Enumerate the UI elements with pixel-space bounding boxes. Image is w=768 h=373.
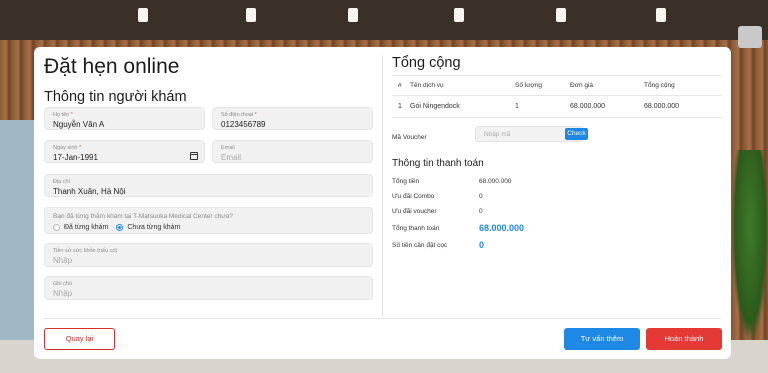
radio-selected-icon [116,224,124,231]
voucher-discount-label: Ưu đãi voucher [392,208,437,215]
name-value: Nguyễn Văn A [53,120,105,129]
table-row: 1 Gói Ningendock 1 68.000.000 68.000.000 [392,95,722,118]
combo-value: 0 [479,193,483,200]
summary-title: Tổng cộng [392,55,461,71]
phone-value: 0123456789 [221,120,266,129]
plant [732,150,768,340]
ceiling-light [656,8,666,22]
radio-no-label: Chưa từng khám [127,224,181,231]
note-label: Ghi chú [53,281,72,287]
dob-field[interactable]: Ngày sinh * 17-Jan-1991 [44,140,205,163]
col-no: # [392,75,410,96]
radio-visited-yes[interactable]: Đã từng khám [53,224,108,231]
table-header-row: # Tên dịch vụ Số lượng Đơn giá Tổng cộng [392,75,722,96]
voucher-discount-value: 0 [479,208,483,215]
radio-icon [53,224,60,231]
visited-question-field: Bạn đã từng thăm khám tại T-Matsuoka Med… [44,207,373,234]
consult-button[interactable]: Tư vấn thêm [564,328,640,350]
finish-button[interactable]: Hoàn thành [646,328,722,350]
deposit-value: 0 [479,240,485,250]
health-history-field[interactable]: Tiền sử sức khỏe (nếu có) Nhập [44,243,373,267]
radio-visited-no[interactable]: Chưa từng khám [116,224,180,231]
email-placeholder: Email [221,153,242,162]
history-label: Tiền sử sức khỏe (nếu có) [53,248,118,254]
payment-title: Thông tin thanh toán [392,158,484,169]
services-table: # Tên dịch vụ Số lượng Đơn giá Tổng cộng… [392,75,722,118]
footer-divider [44,318,721,319]
summary-panel: Tổng cộng # Tên dịch vụ Số lượng Đơn giá… [392,55,722,250]
required-mark: * [79,145,82,151]
ceiling-light [556,8,566,22]
cell-price: 68.000.000 [570,95,644,118]
booking-modal: Đặt hẹn online Thông tin người khám Họ t… [34,47,731,359]
ceiling-light [246,8,256,22]
ceiling-light [454,8,464,22]
note-placeholder: Nhập [53,289,73,298]
required-mark: * [70,112,73,118]
camera-device [738,26,762,48]
name-label: Họ tên [53,112,70,118]
voucher-label: Mã Voucher [392,134,427,141]
cell-service: Gói Ningendock [410,95,515,118]
email-label: Email [221,145,235,151]
dob-label: Ngày sinh [53,145,78,151]
col-service: Tên dịch vụ [410,75,515,96]
visited-radio-group: Đã từng khám Chưa từng khám [53,224,188,231]
address-label: Địa chỉ [53,179,70,185]
total-value: 68.000.000 [479,178,512,185]
col-qty: Số lượng [515,75,570,96]
voucher-check-button[interactable]: Check [565,128,588,140]
phone-field[interactable]: Số điện thoại * 0123456789 [212,107,373,130]
cell-qty: 1 [515,95,570,118]
patient-section-title: Thông tin người khám [44,89,187,105]
name-field[interactable]: Họ tên * Nguyễn Văn A [44,107,205,130]
grand-total-label: Tổng thanh toán [392,225,440,232]
deposit-label: Số tiền cần đặt cọc [392,242,448,249]
phone-label: Số điện thoại [221,112,254,118]
email-field[interactable]: Email Email [212,140,373,163]
ceiling-light [348,8,358,22]
history-placeholder: Nhập [53,256,73,265]
calendar-icon[interactable] [190,152,198,160]
address-value: Thanh Xuân, Hà Nội [53,187,126,196]
total-label: Tổng tiền [392,178,420,185]
radio-yes-label: Đã từng khám [64,224,109,231]
required-mark: * [254,112,257,118]
column-divider [382,55,383,317]
combo-label: Ưu đãi Combo [392,193,435,200]
page-title: Đặt hẹn online [44,55,180,78]
patient-info-panel: Đặt hẹn online Thông tin người khám [44,55,378,107]
address-field[interactable]: Địa chỉ Thanh Xuân, Hà Nội [44,174,373,197]
visited-question: Bạn đã từng thăm khám tại T-Matsuoka Med… [53,213,233,220]
back-button[interactable]: Quay lại [44,328,115,350]
col-price: Đơn giá [570,75,644,96]
grand-total-value: 68.000.000 [479,223,525,233]
dob-value: 17-Jan-1991 [53,153,98,162]
note-field[interactable]: Ghi chú Nhập [44,276,373,300]
cell-no: 1 [392,95,410,118]
ceiling-light [138,8,148,22]
ceiling [0,0,768,40]
window [0,120,34,340]
col-total: Tổng cộng [644,75,722,96]
cell-total: 68.000.000 [644,95,722,118]
